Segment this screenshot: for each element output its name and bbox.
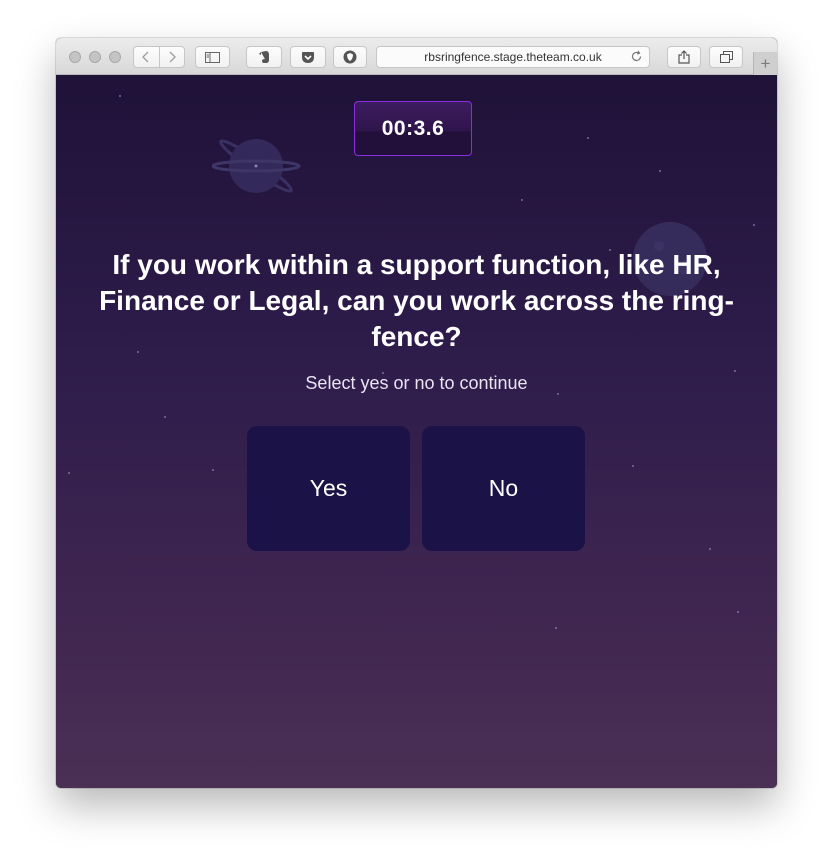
no-button-label: No [488,475,519,501]
star-decoration [753,224,755,226]
timer-value: 00:3.6 [381,116,445,140]
star-decoration [555,627,557,629]
star-decoration [659,170,661,172]
forward-button[interactable] [159,47,184,67]
star-decoration [734,370,736,372]
star-decoration [164,416,166,418]
evernote-extension-button[interactable] [246,46,282,68]
evernote-icon [258,51,269,63]
browser-window: rbsringfence.stage.theteam.co.uk + 00:3.… [56,38,777,788]
yes-button[interactable]: Yes [247,426,410,551]
star-decoration [521,199,523,201]
tabs-icon [719,51,733,63]
show-tabs-button[interactable] [709,46,743,68]
forward-icon [169,51,176,63]
star-decoration [709,548,711,550]
share-icon [678,50,690,64]
navigation-buttons [133,46,185,68]
minimize-window-button[interactable] [89,51,101,63]
no-button[interactable]: No [422,426,585,551]
reload-button[interactable] [630,50,643,66]
pocket-extension-button[interactable] [290,46,326,68]
star-decoration [737,611,739,613]
star-decoration [632,465,634,467]
address-bar[interactable]: rbsringfence.stage.theteam.co.uk [376,46,650,68]
close-window-button[interactable] [69,51,81,63]
yes-button-label: Yes [309,475,348,501]
pocket-icon [302,51,314,63]
privacy-extension-button[interactable] [333,46,367,68]
star-decoration [212,469,214,471]
new-tab-button[interactable]: + [753,52,777,75]
zoom-window-button[interactable] [109,51,121,63]
sidebar-icon [205,51,220,63]
reload-icon [631,50,642,62]
countdown-timer: 00:3.6 [354,101,472,156]
star-decoration [68,472,70,474]
instruction-text: Select yes or no to continue [305,373,528,393]
browser-toolbar: rbsringfence.stage.theteam.co.uk + [56,38,777,75]
star-decoration [119,95,121,97]
question-text: If you work within a support function, l… [99,249,734,352]
new-tab-icon: + [760,53,771,73]
ringed-planet-decoration [212,139,301,193]
back-icon [142,51,149,63]
back-button[interactable] [134,47,159,67]
url-text: rbsringfence.stage.theteam.co.uk [424,50,602,64]
share-button[interactable] [667,46,701,68]
sidebar-button[interactable] [195,46,230,68]
quiz-page: 00:3.6 If you work within a support func… [56,75,777,788]
extension-shield-icon [343,50,357,64]
star-decoration [587,137,589,139]
